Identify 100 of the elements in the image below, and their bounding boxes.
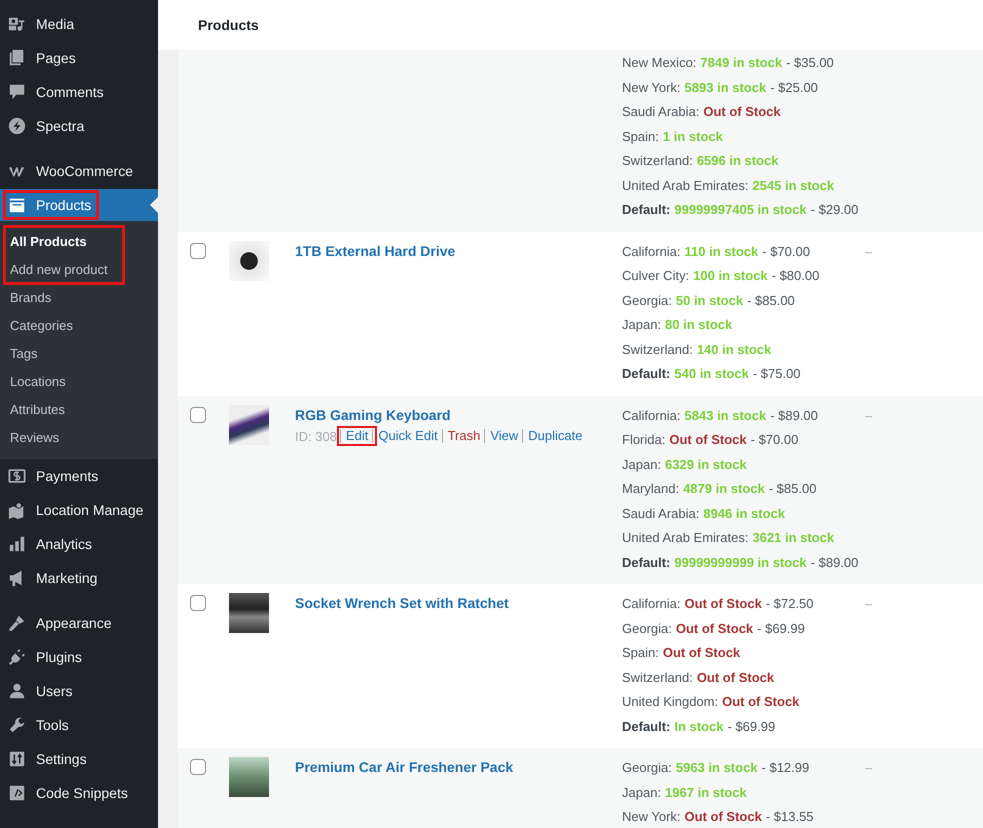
- submenu-item[interactable]: Brands: [0, 284, 158, 312]
- submenu-item[interactable]: Reviews: [0, 424, 158, 452]
- stock-status: 540 in stock: [674, 365, 749, 383]
- stock-status: 4879 in stock: [683, 480, 765, 498]
- product-photo-placeholder: [229, 593, 269, 633]
- location-label: Florida:: [622, 431, 666, 449]
- stock-status: 5963 in stock: [676, 759, 758, 777]
- stock-status: 6329 in stock: [665, 456, 747, 474]
- row-action-link[interactable]: View: [490, 428, 518, 443]
- product-name-link[interactable]: RGB Gaming Keyboard: [295, 406, 622, 424]
- row-checkbox[interactable]: [190, 759, 206, 775]
- stock-status: In stock: [674, 718, 724, 736]
- location-label: Japan:: [622, 316, 662, 334]
- sidebar-item[interactable]: Location Manage: [0, 493, 158, 527]
- stock-status: 80 in stock: [665, 316, 732, 334]
- row-checkbox[interactable]: [190, 242, 206, 258]
- price: - $72.50: [766, 595, 814, 613]
- location-label: Switzerland:: [622, 340, 693, 358]
- price: - $13.55: [766, 808, 814, 826]
- sidebar-item[interactable]: Plugins: [0, 640, 158, 674]
- sidebar-item[interactable]: Pages: [0, 41, 158, 75]
- empty-value: –: [865, 408, 872, 422]
- stock-status: 99999999999 in stock: [674, 554, 807, 572]
- archive-box-icon: [8, 196, 26, 214]
- row-action-link[interactable]: Duplicate: [528, 428, 582, 443]
- location-label: California:: [622, 406, 681, 424]
- sidebar-item[interactable]: Marketing: [0, 561, 158, 595]
- price: - $89.00: [810, 554, 858, 572]
- camera-music-icon: [8, 15, 26, 33]
- submenu-item[interactable]: Locations: [0, 368, 158, 396]
- location-label: Spain:: [622, 644, 659, 662]
- price: - $25.00: [770, 78, 818, 96]
- price: - $70.00: [750, 431, 798, 449]
- row-checkbox[interactable]: [190, 406, 206, 422]
- submenu-item[interactable]: Tags: [0, 340, 158, 368]
- price: - $85.00: [747, 292, 795, 310]
- stock-status: Out of Stock: [684, 595, 762, 613]
- price: - $75.00: [752, 365, 801, 383]
- location-label: Saudi Arabia:: [622, 103, 700, 121]
- person-icon: [8, 682, 26, 700]
- row-action-link[interactable]: Edit: [346, 428, 368, 443]
- stock-status: 2545 in stock: [752, 176, 834, 194]
- product-id: ID: 308: [295, 428, 337, 444]
- location-label: New Mexico:: [622, 54, 696, 72]
- sidebar-item[interactable]: Payments: [0, 459, 158, 493]
- stock-status: Out of Stock: [684, 808, 762, 826]
- stock-status: Out of Stock: [676, 620, 754, 638]
- product-name-link[interactable]: 1TB External Hard Drive: [295, 242, 622, 260]
- submenu-item[interactable]: All Products: [0, 228, 158, 256]
- product-photo-placeholder: [229, 404, 269, 444]
- stock-status: 3621 in stock: [752, 529, 834, 547]
- stock-status: 110 in stock: [684, 242, 758, 260]
- stock-status: 8946 in stock: [703, 504, 785, 522]
- sidebar-item[interactable]: Appearance: [0, 606, 158, 640]
- sidebar-item[interactable]: Users: [0, 674, 158, 708]
- product-name-link[interactable]: Socket Wrench Set with Ratchet: [295, 594, 622, 613]
- sidebar-item[interactable]: Media: [0, 7, 158, 41]
- price: - $12.99: [762, 759, 810, 777]
- sidebar-item[interactable]: WooCommerce: [0, 154, 158, 188]
- product-name-link[interactable]: Premium Car Air Freshener Pack: [295, 758, 622, 777]
- submenu-item[interactable]: Add new product: [0, 256, 158, 284]
- price: - $29.00: [810, 201, 858, 219]
- stock-status: 1967 in stock: [665, 784, 747, 802]
- price: - $85.00: [768, 480, 816, 498]
- stock-status: 50 in stock: [676, 292, 744, 310]
- sidebar-item[interactable]: Tools: [0, 708, 158, 742]
- location-label: Japan:: [622, 456, 662, 474]
- stock-status: Out of Stock: [669, 431, 747, 449]
- trash-link[interactable]: Trash: [448, 428, 480, 443]
- sidebar-item[interactable]: Comments: [0, 75, 158, 109]
- price: - $70.00: [762, 242, 810, 260]
- default-label: Default:: [622, 718, 670, 736]
- dollar-icon: [8, 467, 26, 485]
- location-label: New York:: [622, 808, 681, 826]
- price: - $69.99: [728, 718, 776, 736]
- sidebar-item[interactable]: Settings: [0, 742, 158, 776]
- row-checkbox[interactable]: [190, 595, 206, 611]
- location-label: Spain:: [622, 128, 659, 146]
- location-label: New York:: [622, 78, 681, 96]
- bar-chart-icon: [8, 535, 26, 553]
- pages-icon: [8, 49, 26, 67]
- submenu-item[interactable]: Categories: [0, 312, 158, 340]
- page-title: Products: [198, 17, 259, 33]
- sidebar-item[interactable]: Products: [0, 189, 158, 221]
- location-label: California:: [622, 595, 681, 613]
- location-label: Georgia:: [622, 620, 672, 638]
- stock-status: Out of Stock: [696, 668, 774, 686]
- wrench-icon: [8, 716, 26, 734]
- sidebar-item[interactable]: Code Snippets: [0, 776, 158, 810]
- submenu-item[interactable]: Attributes: [0, 396, 158, 424]
- sidebar-item[interactable]: Spectra: [0, 109, 158, 143]
- location-label: United Kingdom:: [622, 693, 718, 711]
- empty-value: –: [865, 244, 872, 258]
- stock-status: 5843 in stock: [684, 406, 766, 424]
- row-action-link[interactable]: Quick Edit: [378, 428, 438, 443]
- sliders-icon: [8, 750, 26, 768]
- location-label: Culver City:: [622, 267, 690, 285]
- location-label: Switzerland:: [622, 152, 693, 170]
- sidebar-item[interactable]: Analytics: [0, 527, 158, 561]
- location-label: Maryland:: [622, 480, 680, 498]
